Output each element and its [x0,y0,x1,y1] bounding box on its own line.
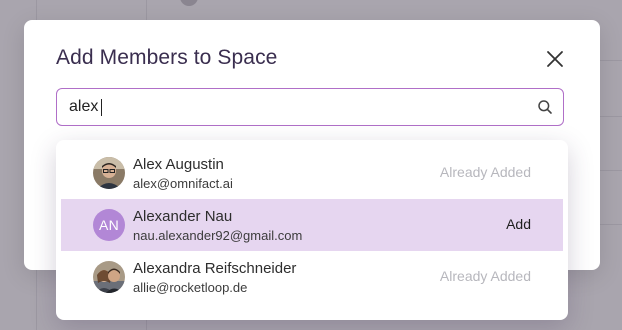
already-added-status: Already Added [439,268,531,284]
result-name: Alexander Nau [133,208,233,225]
background-divider [600,116,622,117]
search-results-dropdown: Alex Augustin alex@omnifact.ai Already A… [56,140,568,320]
background-divider [600,170,622,171]
modal-title: Add Members to Space [56,46,278,69]
result-item-alex-augustin[interactable]: Alex Augustin alex@omnifact.ai Already A… [61,147,563,199]
result-email: alex@omnifact.ai [133,176,233,191]
background-divider [600,60,622,61]
result-item-alexandra-reifschneider[interactable]: Alexandra Reifschneider allie@rocketloop… [61,251,563,303]
text-caret [101,99,103,116]
result-email: allie@rocketloop.de [133,280,248,295]
avatar [93,261,125,293]
add-member-button[interactable]: Add [506,216,531,232]
search-icon [538,100,552,114]
search-input[interactable] [69,89,509,124]
result-email: nau.alexander92@gmail.com [133,228,303,243]
result-name: Alex Augustin [133,156,224,173]
result-name: Alexandra Reifschneider [133,260,297,277]
close-button[interactable] [544,48,566,70]
background-divider [600,224,622,225]
close-icon [547,51,563,67]
avatar [93,157,125,189]
member-search-field[interactable] [56,88,564,126]
avatar: AN [93,209,125,241]
result-item-alexander-nau[interactable]: AN Alexander Nau nau.alexander92@gmail.c… [61,199,563,251]
already-added-status: Already Added [439,164,531,180]
